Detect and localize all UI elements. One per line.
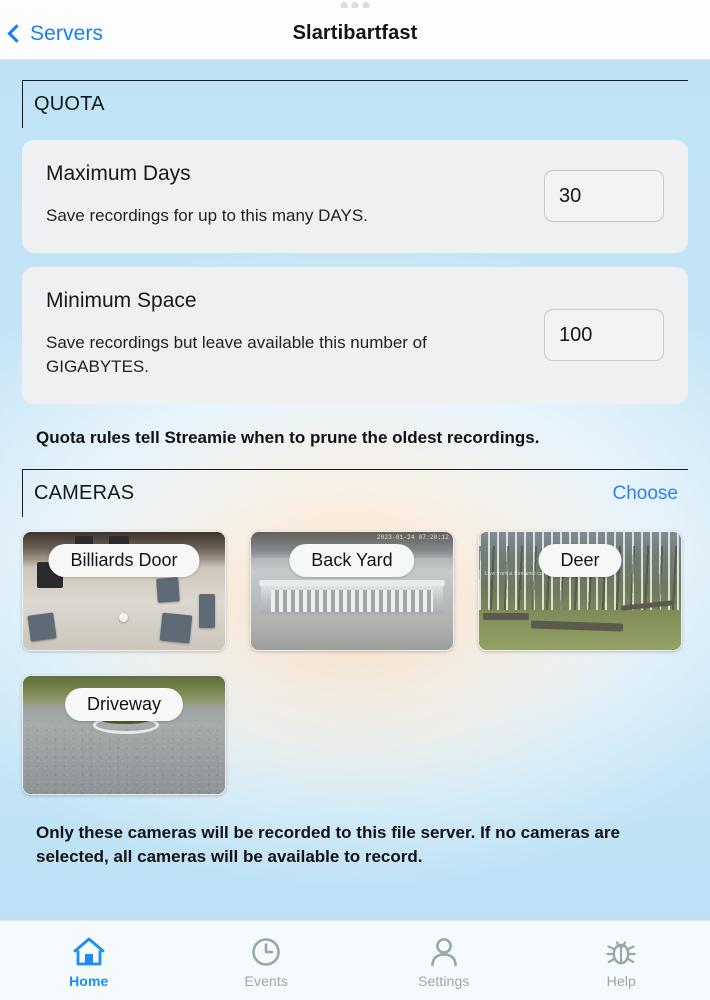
section-title-cameras: CAMERAS [34,482,135,505]
camera-thumbnail-deer[interactable]: Live from a Streamie camera Deer [478,531,682,652]
camera-label: Deer [538,544,622,578]
person-icon [427,936,461,968]
camera-timestamp-overlay: 2023-01-24 07:20:12 [376,534,449,542]
navigation-bar: Servers Slartibartfast [0,8,710,60]
camera-label: Billiards Door [48,544,200,578]
status-bar [0,0,710,9]
choose-cameras-button[interactable]: Choose [613,483,687,505]
camera-label: Driveway [64,688,184,722]
home-icon [72,936,106,968]
maximum-days-input[interactable]: 30 [544,170,664,223]
tab-bar: Home Events Settings Help [0,920,710,1000]
section-title-quota: QUOTA [34,93,105,115]
tab-label-settings: Settings [418,973,470,989]
back-button[interactable]: Servers [0,22,103,46]
cameras-note: Only these cameras will be recorded to t… [36,823,620,866]
camera-label: Back Yard [289,544,415,578]
clock-icon [249,936,283,968]
page-title: Slartibartfast [292,22,418,44]
tab-label-events: Events [244,973,288,989]
camera-grid: Billiards Door 2023-01-24 07:20:12 Back … [22,531,688,796]
bug-icon [604,936,638,968]
minimum-space-input[interactable]: 100 [544,309,664,362]
tab-label-help: Help [606,973,636,989]
camera-thumbnail-back-yard[interactable]: 2023-01-24 07:20:12 Back Yard [250,531,454,652]
tab-help[interactable]: Help [533,921,710,1000]
setting-card-minimum-space[interactable]: Minimum Space Save recordings but leave … [22,266,688,404]
camera-thumbnail-driveway[interactable]: Driveway [22,675,226,796]
tab-events[interactable]: Events [178,921,356,1000]
setting-card-maximum-days[interactable]: Maximum Days Save recordings for up to t… [22,140,688,253]
scroll-content[interactable]: QUOTA Maximum Days Save recordings for u… [0,60,710,920]
setting-description-maximum-days: Save recordings for up to this many DAYS… [46,206,368,225]
section-header-quota: QUOTA [22,80,688,128]
app-root: Servers Slartibartfast QUOTA Maximum Day… [0,0,710,1000]
tab-home[interactable]: Home [0,921,178,1000]
section-header-cameras: CAMERAS Choose [22,469,688,518]
camera-thumbnail-billiards-door[interactable]: Billiards Door [22,531,226,652]
tab-label-home: Home [69,973,109,989]
tab-settings[interactable]: Settings [355,921,533,1000]
back-button-label: Servers [30,21,104,45]
setting-description-minimum-space: Save recordings but leave available this… [46,332,427,377]
chevron-left-icon [7,24,26,43]
quota-note: Quota rules tell Streamie when to prune … [36,427,540,447]
